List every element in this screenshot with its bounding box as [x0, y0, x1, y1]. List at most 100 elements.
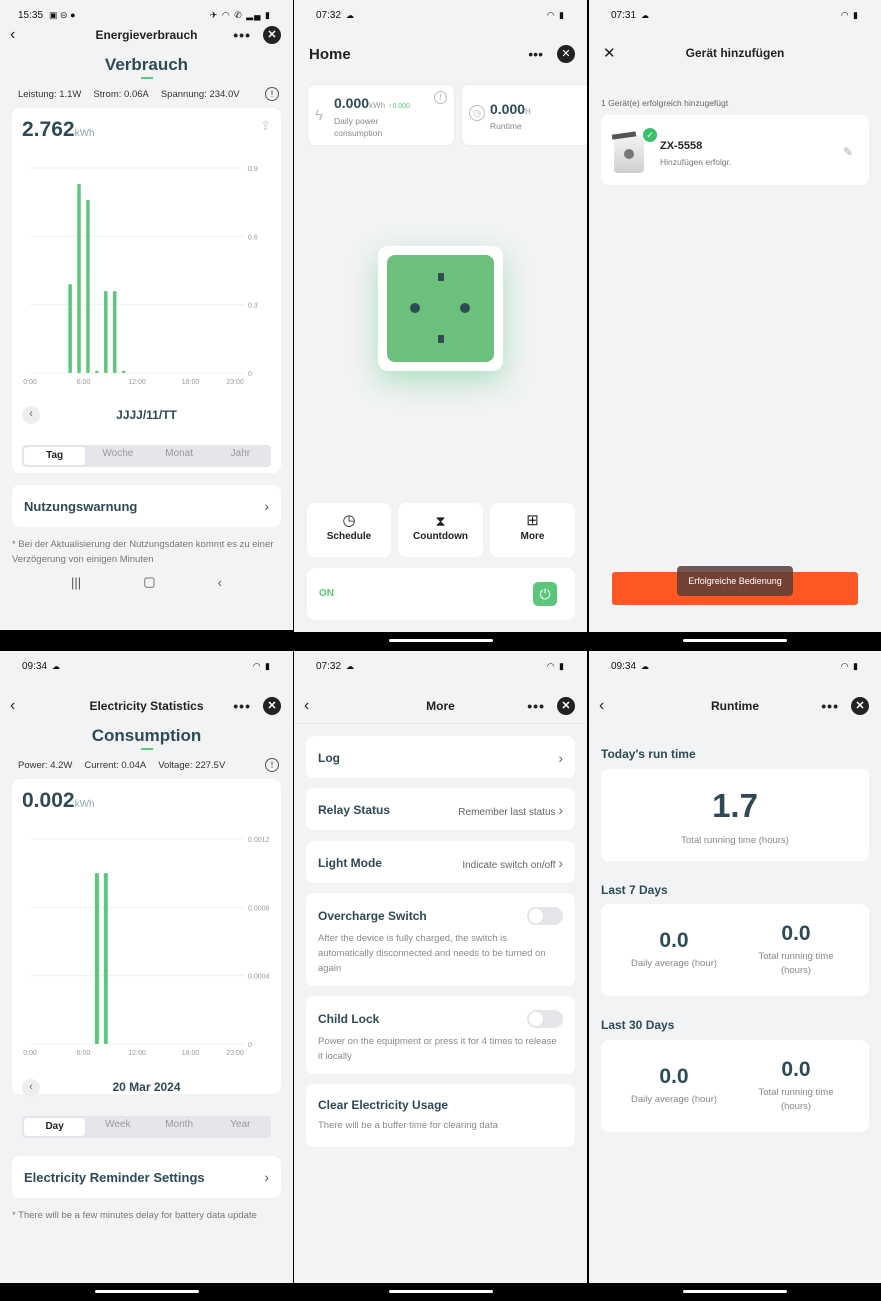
last7-card: 0.0 Daily average (hour) 0.0 Total runni… [601, 904, 869, 996]
info-icon[interactable]: ! [434, 91, 447, 104]
chart-bar [121, 370, 126, 373]
close-icon[interactable]: ✕ [263, 697, 281, 715]
metrics-row: Power: 4.2W Current: 0.04A Voltage: 227.… [18, 758, 279, 772]
close-icon[interactable]: ✕ [263, 26, 281, 44]
share-icon[interactable]: ⇪ [260, 118, 271, 134]
chevron-right-icon: › [558, 802, 563, 818]
more-icon[interactable]: ••• [233, 698, 251, 714]
reminder-settings-label: Electricity Reminder Settings [24, 1169, 205, 1185]
check-icon: ✓ [643, 128, 657, 142]
relay-status-row[interactable]: Relay Status Remember last status › [306, 788, 575, 830]
metrics-row: Leistung: 1.1W Strom: 0.06A Spannung: 23… [18, 87, 279, 101]
avg-label: Daily average (hour) [630, 958, 718, 969]
overcharge-desc: After the device is fully charged, the s… [318, 933, 546, 974]
y-tick-label: 0.3 [248, 303, 258, 310]
x-tick-label: 18:00 [182, 1050, 200, 1057]
signal-icons: ◠ ▮ [546, 660, 565, 671]
device-image-socket [624, 149, 634, 159]
back-nav-icon[interactable]: ‹ [218, 575, 222, 590]
x-tick-label: 6:00 [77, 1050, 91, 1057]
last7-total: 0.0 Total running time (hours) [736, 922, 856, 978]
today-label: Total running time (hours) [681, 835, 789, 846]
tab-week[interactable]: Woche [87, 445, 148, 467]
light-mode-row[interactable]: Light Mode Indicate switch on/off › [306, 841, 575, 883]
bolt-icon: ϟ [315, 107, 323, 124]
back-icon[interactable]: ‹ [599, 697, 604, 715]
more-button[interactable]: ⊞ More [490, 503, 575, 557]
power-metric: Power: 4.2W [18, 760, 72, 771]
android-nav: ||| ▢ ‹ [0, 568, 293, 596]
status-time: 07:32 [316, 9, 342, 21]
recent-apps-icon[interactable]: ||| [71, 575, 81, 590]
daily-power-value: 0.000 [334, 95, 370, 111]
socket-button[interactable] [378, 246, 503, 371]
child-lock-toggle[interactable] [527, 1010, 563, 1028]
close-icon[interactable]: ✕ [557, 45, 575, 63]
panel-more: 07:32 ☁ ◠ ▮ ‹ More ••• ✕ Log › Relay Stat… [294, 651, 587, 1301]
log-row[interactable]: Log › [306, 736, 575, 778]
more-icon[interactable]: ••• [528, 46, 543, 62]
power-metric: Leistung: 1.1W [18, 89, 81, 100]
tab-month[interactable]: Month [149, 1116, 210, 1138]
device-card: ✓ ZX-5558 Hinzufügen erfolgr. ✎ [601, 115, 869, 185]
title-underline [140, 748, 153, 750]
total-value: 2.762 [22, 118, 75, 141]
tab-year[interactable]: Jahr [210, 445, 271, 467]
x-tick-label: 0:00 [23, 1050, 37, 1057]
signal-icons: ◠ ▮ [840, 660, 859, 671]
clear-title-line: Clear Electricity Usage [318, 1098, 563, 1112]
back-icon[interactable]: ‹ [10, 26, 15, 44]
tab-day[interactable]: Day [24, 1118, 86, 1136]
more-icon[interactable]: ••• [527, 698, 545, 714]
close-icon[interactable]: ✕ [557, 697, 575, 715]
x-tick-label: 23:00 [226, 379, 244, 386]
close-icon[interactable]: ✕ [851, 697, 869, 715]
header: ‹ Runtime ••• ✕ [589, 693, 881, 719]
info-icon[interactable]: ! [265, 758, 279, 772]
more-icon[interactable]: ••• [821, 698, 839, 714]
usage-warning-row[interactable]: Nutzungswarnung › [12, 485, 281, 527]
usage-warning-label: Nutzungswarnung [24, 498, 138, 514]
clear-usage-row[interactable]: Clear Electricity Usage There will be a … [306, 1084, 575, 1147]
tab-week[interactable]: Week [87, 1116, 148, 1138]
clear-desc: There will be a buffer time for clearing… [318, 1120, 498, 1131]
overcharge-toggle[interactable] [527, 907, 563, 925]
child-lock-desc: Power on the equipment or press it for 4… [318, 1036, 557, 1062]
last7-total-value: 0.0 [781, 922, 811, 945]
y-tick-label: 0 [248, 371, 252, 378]
bottom-bar [0, 1283, 293, 1301]
page-title: Gerät hinzufügen [685, 46, 785, 60]
runtime-card[interactable]: ◷ 0.000H Runtime [461, 84, 587, 146]
tab-year[interactable]: Year [210, 1116, 271, 1138]
reminder-settings-row[interactable]: Electricity Reminder Settings › [12, 1156, 281, 1198]
delay-note: * There will be a few minutes delay for … [12, 1210, 257, 1221]
home-icon[interactable]: ▢ [143, 574, 155, 590]
status-time: 07:31 [611, 9, 637, 21]
schedule-button[interactable]: ◷ Schedule [307, 503, 391, 557]
info-icon[interactable]: ! [265, 87, 279, 101]
relay-title-line: Relay Status Remember last status › [318, 802, 563, 818]
page-title: Energieverbrauch [95, 28, 198, 42]
cloud-icon: ☁ [52, 661, 61, 671]
tab-month[interactable]: Monat [149, 445, 210, 467]
power-icon[interactable]: ⏻ [533, 582, 557, 606]
x-tick-label: 18:00 [182, 379, 200, 386]
back-icon[interactable]: ‹ [304, 697, 309, 715]
daily-power-card[interactable]: ϟ 0.000kWh ↑0.000 Daily power consumptio… [307, 84, 455, 146]
back-icon[interactable]: ‹ [10, 697, 15, 715]
close-icon[interactable]: ✕ [603, 44, 616, 62]
voltage-value: 234.0V [209, 88, 240, 100]
status-time: 15:35 [18, 9, 44, 21]
cloud-icon: ☁ [346, 10, 355, 20]
page-title: Runtime [711, 699, 759, 713]
more-icon[interactable]: ••• [233, 27, 251, 43]
power-value: 1.1W [59, 88, 82, 100]
edit-icon[interactable]: ✎ [843, 145, 853, 159]
countdown-button[interactable]: ⧗ Countdown [398, 503, 483, 557]
page-title: Home [309, 46, 351, 63]
voltage-label: Voltage: [158, 759, 193, 771]
clear-label: Clear Electricity Usage [318, 1098, 449, 1112]
tab-day[interactable]: Tag [24, 447, 86, 465]
total-unit: kWh [74, 128, 95, 139]
header-divider [294, 723, 587, 724]
